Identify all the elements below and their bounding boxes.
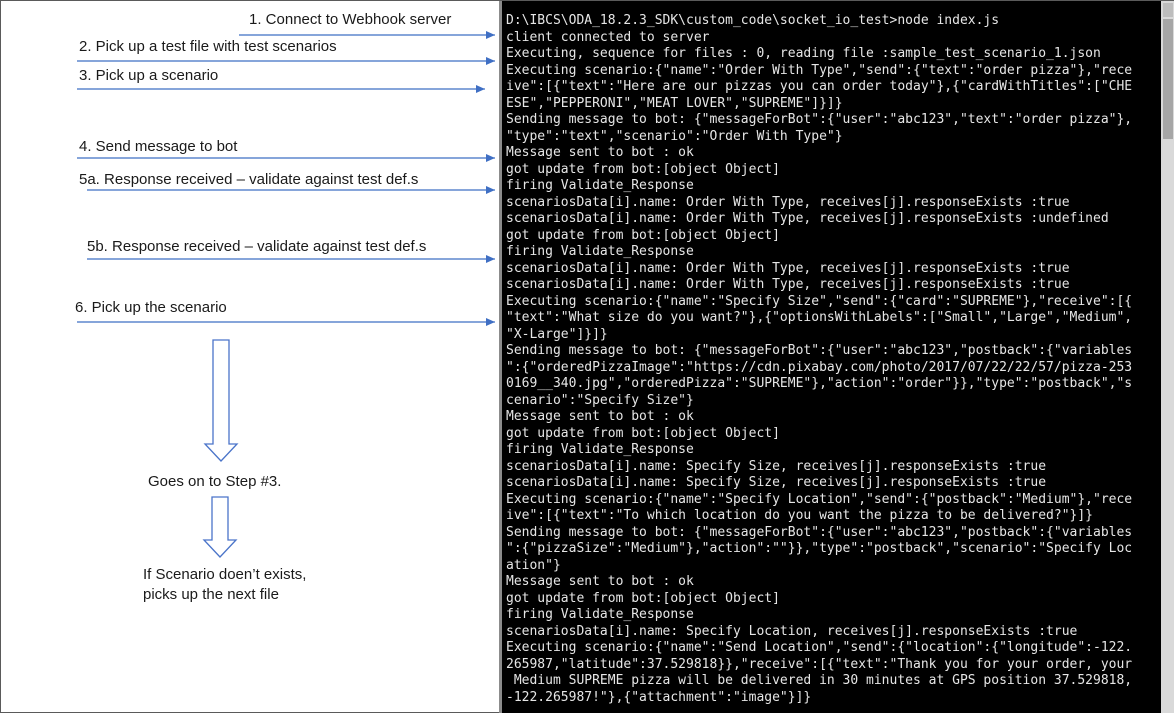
step-label-3: 3. Pick up a scenario [79, 67, 219, 84]
console-scrollbar[interactable] [1161, 1, 1174, 713]
console-line: ":{"pizzaSize":"Medium"},"action":""}},"… [506, 541, 1133, 556]
console-window[interactable]: D:\IBCS\ODA_18.2.3_SDK\custom_code\socke… [499, 1, 1174, 713]
annotation-panel: 1. Connect to Webhook server 2. Pick up … [1, 1, 501, 713]
step-arrows [77, 31, 495, 558]
no-scenario-note-line-1: If Scenario doen’t exists, [143, 566, 307, 583]
console-line: firing Validate_Response [506, 442, 694, 457]
console-line: ive":[{"text":"To which location do you … [506, 508, 1093, 523]
console-line: 0169__340.jpg","orderedPizza":"SUPREME"}… [506, 376, 1133, 391]
console-line: -122.265987!"},{"attachment":"image"}]} [506, 689, 812, 705]
console-line: firing Validate_Response [506, 178, 694, 193]
goes-on-note: Goes on to Step #3. [148, 473, 282, 490]
console-line: scenariosData[i].name: Specify Size, rec… [506, 458, 1047, 474]
console-line: got update from bot:[object Object] [506, 161, 780, 177]
console-line: got update from bot:[object Object] [506, 590, 780, 606]
console-line: scenariosData[i].name: Order With Type, … [506, 194, 1070, 210]
scroll-up-icon[interactable] [1163, 3, 1173, 17]
console-line: cenario":"Specify Size"} [506, 392, 694, 408]
step-label-6: 6. Pick up the scenario [75, 299, 227, 316]
console-line: ation"} [506, 557, 561, 573]
console-line: got update from bot:[object Object] [506, 425, 780, 441]
console-line: Executing scenario:{"name":"Specify Loca… [506, 491, 1133, 507]
console-line: ESE","PEPPERONI","MEAT LOVER","SUPREME"]… [506, 95, 843, 111]
step-label-4: 4. Send message to bot [79, 138, 238, 155]
console-output: D:\IBCS\ODA_18.2.3_SDK\custom_code\socke… [506, 13, 1159, 706]
console-line: firing Validate_Response [506, 607, 694, 622]
console-line: ive":[{"text":"Here are our pizzas you c… [506, 79, 1133, 94]
console-line: "X-Large"]}]} [506, 326, 608, 342]
console-line: 265987,"latitude":37.529818}},"receive":… [506, 656, 1133, 672]
flow-down-arrow-1 [203, 339, 239, 462]
step-label-1: 1. Connect to Webhook server [249, 11, 452, 28]
flow-down-arrow-2 [202, 496, 238, 558]
console-line: scenariosData[i].name: Specify Size, rec… [506, 475, 1047, 490]
step-label-5a: 5a. Response received – validate against… [79, 171, 419, 188]
step-label-2: 2. Pick up a test file with test scenari… [79, 38, 337, 55]
console-line: ":{"orderedPizzaImage":"https://cdn.pixa… [506, 359, 1133, 375]
console-line: Executing scenario:{"name":"Order With T… [506, 62, 1133, 78]
console-line: Sending message to bot: {"messageForBot"… [506, 112, 1133, 127]
console-line: Executing, sequence for files : 0, readi… [506, 46, 1101, 61]
console-line: Executing scenario:{"name":"Specify Size… [506, 293, 1133, 309]
no-scenario-note-line-2: picks up the next file [143, 586, 279, 603]
console-line: "type":"text","scenario":"Order With Typ… [506, 128, 843, 144]
console-line: scenariosData[i].name: Specify Location,… [506, 623, 1078, 639]
console-line: scenariosData[i].name: Order With Type, … [506, 277, 1070, 292]
console-line: Message sent to bot : ok [506, 409, 694, 424]
console-line: Executing scenario:{"name":"Send Locatio… [506, 640, 1133, 655]
step-label-5b: 5b. Response received – validate against… [87, 238, 427, 255]
console-line: got update from bot:[object Object] [506, 227, 780, 243]
console-line: Medium SUPREME pizza will be delivered i… [506, 673, 1133, 688]
annotated-screenshot: 1. Connect to Webhook server 2. Pick up … [0, 0, 1174, 713]
console-line: Sending message to bot: {"messageForBot"… [506, 343, 1133, 358]
scroll-thumb[interactable] [1163, 19, 1173, 139]
console-line: Message sent to bot : ok [506, 574, 694, 589]
console-line: scenariosData[i].name: Order With Type, … [506, 260, 1070, 276]
console-line: client connected to server [506, 29, 710, 45]
console-line: Sending message to bot: {"messageForBot"… [506, 524, 1133, 540]
console-line: Message sent to bot : ok [506, 145, 694, 160]
console-line: scenariosData[i].name: Order With Type, … [506, 211, 1109, 226]
console-line: firing Validate_Response [506, 244, 694, 259]
console-line: D:\IBCS\ODA_18.2.3_SDK\custom_code\socke… [506, 13, 1000, 28]
console-line: "text":"What size do you want?"},{"optio… [506, 310, 1133, 325]
